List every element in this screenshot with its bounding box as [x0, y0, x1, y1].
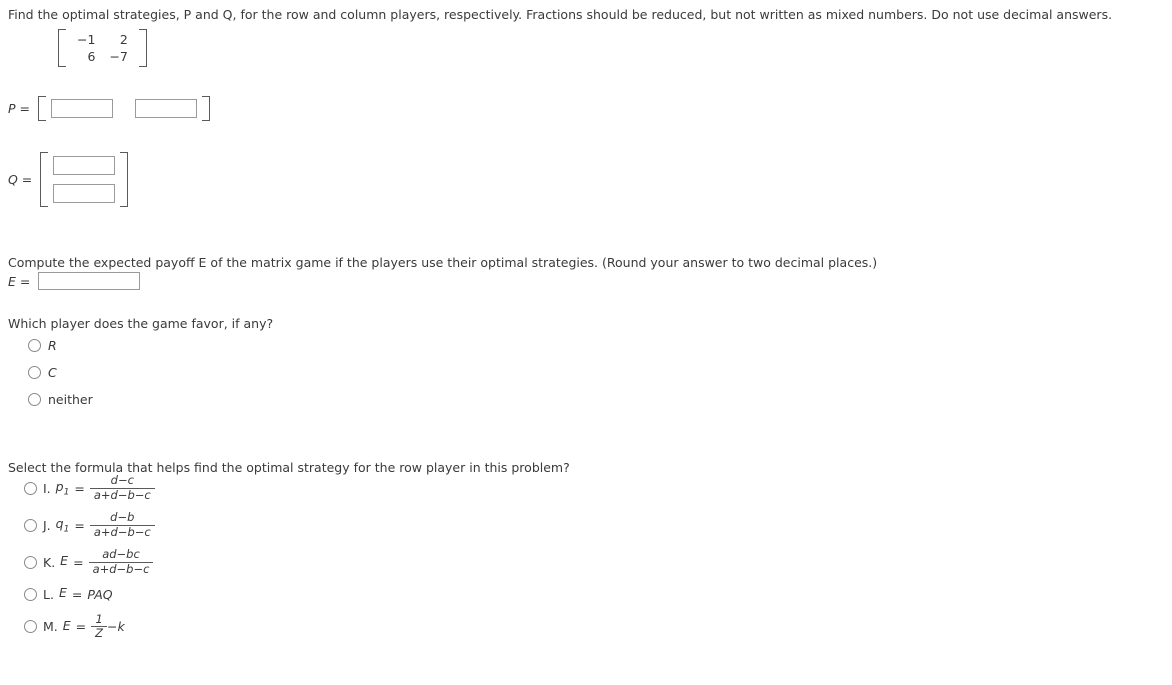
- favor-option-group: R C neither: [28, 332, 93, 413]
- radio-icon[interactable]: [24, 620, 37, 634]
- formula-fraction: ad−bc a+d−b−c: [88, 547, 154, 577]
- formula-equals: =: [73, 554, 84, 570]
- formula-option-key: J.: [43, 517, 51, 533]
- favor-option-c[interactable]: C: [28, 359, 93, 386]
- formula-option-key: K.: [43, 554, 56, 570]
- formula-lhs-symbol: q: [55, 515, 64, 531]
- formula-equals: =: [75, 619, 87, 635]
- q-label: Q =: [8, 172, 33, 187]
- formula-option-group: I. p1 = d−c a+d−b−c J. q1 = d−b a+d−b−c …: [24, 473, 155, 650]
- formula-trailing: −k: [107, 619, 125, 635]
- favor-option-label: C: [48, 365, 57, 380]
- fraction-denominator: Z: [91, 626, 108, 641]
- formula-option-l[interactable]: L. E = PAQ: [24, 585, 155, 604]
- fraction-numerator: d−c: [110, 473, 134, 487]
- formula-lhs-symbol: p: [55, 478, 64, 494]
- q-input-2[interactable]: [53, 184, 116, 203]
- radio-icon[interactable]: [24, 555, 37, 569]
- q-right-bracket: [120, 152, 129, 207]
- matrix-cell: 6: [87, 49, 96, 64]
- formula-option-key: I.: [43, 480, 51, 496]
- formula-lhs-symbol: E: [60, 553, 69, 569]
- formula-option-i[interactable]: I. p1 = d−c a+d−b−c: [24, 473, 155, 503]
- radio-icon[interactable]: [28, 393, 41, 406]
- fraction-denominator: a+d−b−c: [88, 561, 154, 577]
- matrix-right-bracket: [138, 29, 147, 67]
- p-strategy-row: P =: [8, 96, 210, 121]
- favor-option-label: neither: [48, 392, 93, 407]
- q-input-1[interactable]: [53, 156, 116, 175]
- radio-icon[interactable]: [24, 588, 37, 602]
- fraction-denominator: a+d−b−c: [89, 487, 155, 503]
- formula-option-k[interactable]: K. E = ad−bc a+d−b−c: [24, 548, 155, 576]
- payoff-matrix: −1 2 6 −7: [58, 29, 147, 70]
- formula-option-lhs: E: [59, 585, 67, 604]
- e-label: E =: [8, 273, 31, 289]
- favor-option-neither[interactable]: neither: [28, 386, 93, 413]
- expected-payoff-question: Compute the expected payoff E of the mat…: [8, 255, 878, 270]
- p-input-2[interactable]: [135, 99, 197, 118]
- q-left-bracket: [40, 152, 49, 207]
- formula-trailing: PAQ: [87, 587, 113, 603]
- formula-fraction: d−c a+d−b−c: [89, 473, 155, 503]
- fraction-numerator: d−b: [110, 510, 135, 525]
- formula-option-lhs: p1: [56, 479, 70, 498]
- formula-option-j[interactable]: J. q1 = d−b a+d−b−c: [24, 511, 155, 539]
- matrix-cell: −1: [77, 32, 96, 47]
- formula-lhs-sub: 1: [63, 487, 70, 498]
- p-right-bracket: [202, 96, 210, 121]
- fraction-numerator: 1: [95, 611, 103, 626]
- favor-question: Which player does the game favor, if any…: [8, 316, 274, 331]
- formula-equals: =: [74, 480, 85, 496]
- radio-icon[interactable]: [24, 481, 37, 495]
- formula-equals: =: [74, 517, 85, 533]
- expected-payoff-row: E =: [8, 272, 141, 290]
- radio-icon[interactable]: [28, 339, 41, 352]
- radio-icon[interactable]: [28, 366, 41, 379]
- formula-lhs-symbol: E: [58, 585, 67, 601]
- matrix-cell: −7: [109, 49, 128, 64]
- problem-prompt: Find the optimal strategies, P and Q, fo…: [8, 7, 1113, 22]
- favor-option-r[interactable]: R: [28, 332, 93, 359]
- matrix-row: 6 −7: [70, 48, 135, 65]
- matrix-cell: 2: [119, 32, 128, 47]
- formula-option-key: M.: [43, 619, 58, 635]
- formula-option-lhs: E: [60, 553, 68, 572]
- e-input[interactable]: [38, 272, 141, 290]
- radio-icon[interactable]: [24, 518, 37, 532]
- favor-option-label: R: [48, 338, 57, 353]
- fraction-numerator: ad−bc: [102, 547, 140, 562]
- formula-equals: =: [71, 587, 83, 603]
- formula-lhs-sub: 1: [63, 524, 70, 535]
- formula-option-key: L.: [43, 587, 54, 603]
- formula-option-m[interactable]: M. E = 1 Z −k: [24, 611, 155, 641]
- q-strategy-row: Q =: [8, 152, 129, 207]
- matrix-left-bracket: [58, 29, 66, 67]
- p-left-bracket: [38, 96, 46, 121]
- formula-option-lhs: q1: [56, 516, 70, 535]
- formula-fraction: 1 Z: [91, 611, 108, 641]
- formula-option-lhs: E: [63, 618, 71, 637]
- formula-lhs-symbol: E: [62, 617, 71, 633]
- p-input-1[interactable]: [51, 99, 113, 118]
- p-label: P =: [8, 101, 30, 116]
- formula-fraction: d−b a+d−b−c: [89, 510, 155, 540]
- matrix-row: −1 2: [70, 31, 135, 48]
- fraction-denominator: a+d−b−c: [89, 524, 155, 540]
